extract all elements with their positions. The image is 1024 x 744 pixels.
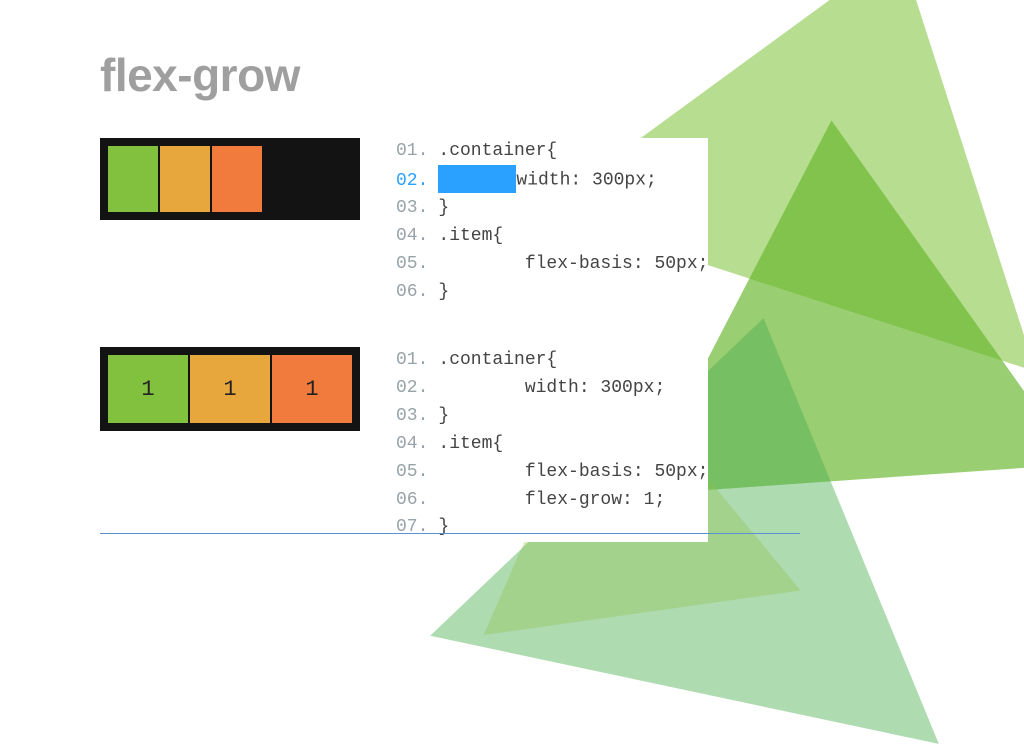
line-number: 06. (396, 487, 438, 515)
code-line: 01..container{ (396, 138, 708, 166)
line-number: 02. (396, 166, 438, 196)
demo-box: 1 (272, 355, 352, 423)
line-number: 02. (396, 375, 438, 403)
code-line: 06. flex-grow: 1; (396, 487, 708, 515)
code-line: 05. flex-basis: 50px; (396, 459, 708, 487)
examples: 01..container{02. width: 300px;03.}04..i… (100, 138, 964, 542)
line-number: 03. (396, 195, 438, 223)
code-line: 05. flex-basis: 50px; (396, 251, 708, 279)
code-text: flex-grow: 1; (438, 487, 708, 515)
demo-box (212, 146, 262, 212)
code-line: 06.} (396, 279, 708, 307)
code-text: } (438, 403, 708, 431)
code-line: 02. width: 300px; (396, 375, 708, 403)
code-text: .item{ (438, 223, 708, 251)
line-number: 01. (396, 347, 438, 375)
code-line: 07.} (396, 514, 708, 542)
code-text: } (438, 195, 708, 223)
code-line: 03.} (396, 403, 708, 431)
line-number: 05. (396, 251, 438, 279)
demo-box (160, 146, 210, 212)
slide: flex-grow 01..container{02. width: 300px… (0, 0, 1024, 562)
demo-box: 1 (190, 355, 270, 423)
line-number: 01. (396, 138, 438, 166)
code-line: 04..item{ (396, 223, 708, 251)
code-line: 01..container{ (396, 347, 708, 375)
flex-demo-grow: 1 1 1 (100, 347, 360, 431)
code-text: .container{ (438, 347, 708, 375)
code-block: 01..container{02. width: 300px;03.}04..i… (396, 138, 708, 307)
demo-box: 1 (108, 355, 188, 423)
code-text: } (438, 279, 708, 307)
code-text: .item{ (438, 431, 708, 459)
code-line: 04..item{ (396, 431, 708, 459)
line-number: 03. (396, 403, 438, 431)
highlight-bar (438, 165, 516, 193)
demo-box (108, 146, 158, 212)
line-number: 07. (396, 514, 438, 542)
slide-title: flex-grow (100, 48, 964, 102)
underline (100, 533, 800, 534)
line-number: 05. (396, 459, 438, 487)
line-number: 04. (396, 431, 438, 459)
example-row: 1 1 1 01..container{02. width: 300px;03.… (100, 347, 964, 542)
code-text: flex-basis: 50px; (438, 459, 708, 487)
code-text: width: 300px; (438, 166, 708, 196)
code-text: flex-basis: 50px; (438, 251, 708, 279)
flex-demo-nogrow (100, 138, 360, 220)
code-block: 01..container{02. width: 300px;03.}04..i… (396, 347, 708, 542)
code-text: } (438, 514, 708, 542)
line-number: 06. (396, 279, 438, 307)
example-row: 01..container{02. width: 300px;03.}04..i… (100, 138, 964, 307)
code-line: 02. width: 300px; (396, 166, 708, 196)
line-number: 04. (396, 223, 438, 251)
code-line: 03.} (396, 195, 708, 223)
code-text: .container{ (438, 138, 708, 166)
code-text: width: 300px; (438, 375, 708, 403)
